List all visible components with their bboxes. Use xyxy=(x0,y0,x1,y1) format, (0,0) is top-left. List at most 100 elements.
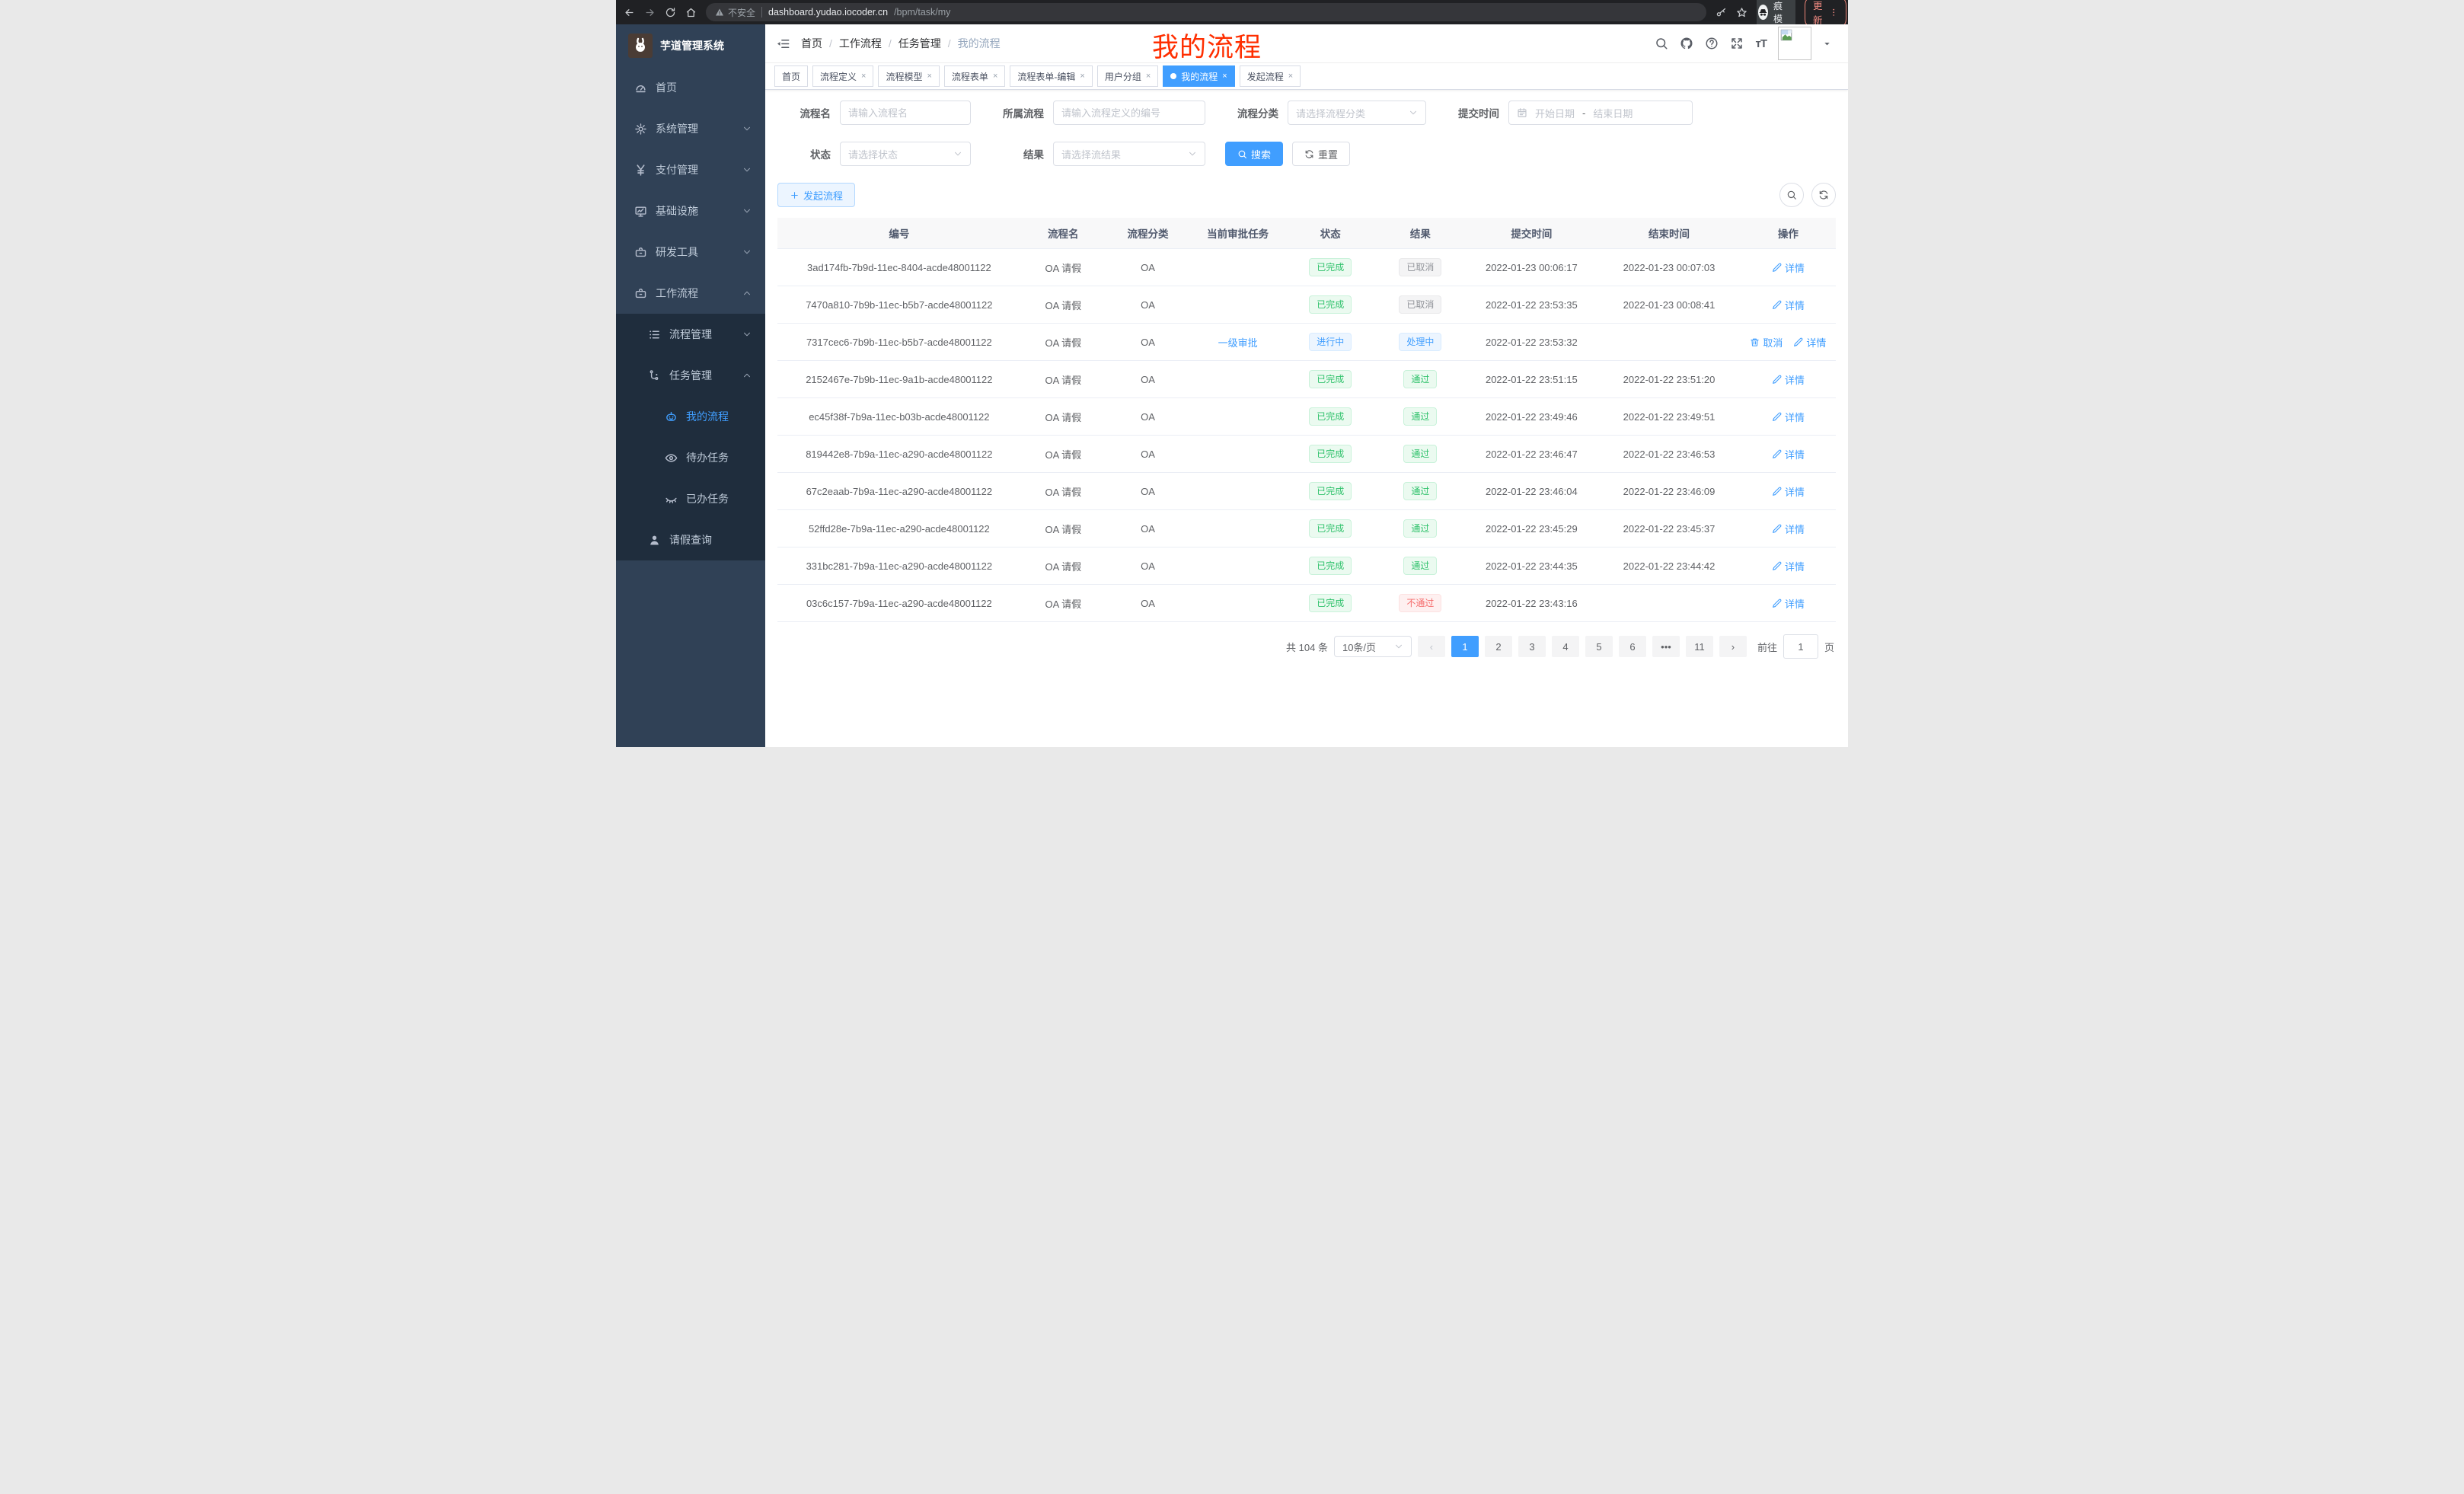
password-key-icon[interactable] xyxy=(1716,7,1727,18)
action-detail-link[interactable]: 详情 xyxy=(1772,522,1805,536)
tab-label: 用户分组 xyxy=(1105,70,1141,83)
browser-home-icon[interactable] xyxy=(685,7,697,18)
action-detail-link[interactable]: 详情 xyxy=(1772,447,1805,461)
table-header-cell: 操作 xyxy=(1741,218,1836,249)
breadcrumb-item-0[interactable]: 首页 xyxy=(801,36,822,51)
avatar[interactable] xyxy=(1778,27,1811,60)
submit-time-label: 提交时间 xyxy=(1446,105,1499,120)
help-icon[interactable] xyxy=(1705,37,1719,50)
page-ellipsis[interactable]: ••• xyxy=(1652,636,1680,657)
bookmark-star-icon[interactable] xyxy=(1736,7,1747,18)
sidebar-item-11[interactable]: 请假查询 xyxy=(616,519,765,560)
page-button-3[interactable]: 3 xyxy=(1518,636,1546,657)
action-detail-link[interactable]: 详情 xyxy=(1772,484,1805,499)
table-row-4: ec45f38f-7b9a-11ec-b03b-acde48001122OA 请… xyxy=(777,398,1836,436)
sidebar-item-5[interactable]: 工作流程 xyxy=(616,273,765,314)
browser-back-icon[interactable] xyxy=(624,7,635,18)
sidebar-toggle-icon[interactable] xyxy=(776,37,790,51)
sidebar-item-6[interactable]: 流程管理 xyxy=(616,314,765,355)
tab-6[interactable]: 我的流程× xyxy=(1163,65,1234,87)
status-badge: 已完成 xyxy=(1309,407,1352,426)
tab-0[interactable]: 首页 xyxy=(774,65,808,87)
cell-category: OA xyxy=(1106,324,1190,361)
action-detail-link[interactable]: 详情 xyxy=(1772,298,1805,312)
tab-5[interactable]: 用户分组 × xyxy=(1097,65,1158,87)
tab-close-icon[interactable]: × xyxy=(1288,72,1293,81)
tab-close-icon[interactable]: × xyxy=(1222,72,1227,81)
tab-3[interactable]: 流程表单× xyxy=(944,65,1005,87)
tab-4[interactable]: 流程表单-编辑× xyxy=(1010,65,1092,87)
action-detail-link[interactable]: 详情 xyxy=(1772,559,1805,573)
header-search-icon[interactable] xyxy=(1655,37,1668,50)
action-detail-link[interactable]: 详情 xyxy=(1772,410,1805,424)
sidebar-item-7[interactable]: 任务管理 xyxy=(616,355,765,396)
refresh-table-button[interactable] xyxy=(1811,183,1836,207)
reset-button[interactable]: 重置 xyxy=(1292,142,1350,166)
sidebar-item-8[interactable]: 我的流程 xyxy=(616,396,765,437)
end-date-placeholder: 结束日期 xyxy=(1593,106,1633,120)
create-process-button[interactable]: 发起流程 xyxy=(777,183,855,207)
page-button-1[interactable]: 1 xyxy=(1451,636,1479,657)
browser-window: 不安全 dashboard.yudao.iocoder.cn/bpm/task/… xyxy=(616,0,1848,747)
tab-close-icon[interactable]: × xyxy=(993,72,997,81)
table-body: 3ad174fb-7b9d-11ec-8404-acde48001122OA 请… xyxy=(777,249,1836,622)
browser-reload-icon[interactable] xyxy=(665,7,676,18)
tab-close-icon[interactable]: × xyxy=(927,72,931,81)
cell-result: 通过 xyxy=(1375,473,1465,510)
tab-7[interactable]: 发起流程× xyxy=(1240,65,1301,87)
action-detail-link[interactable]: 详情 xyxy=(1772,372,1805,387)
browser-menu-icon[interactable] xyxy=(1829,8,1839,18)
process-def-input[interactable] xyxy=(1053,101,1205,125)
tab-1[interactable]: 流程定义× xyxy=(812,65,873,87)
tab-2[interactable]: 流程模型× xyxy=(878,65,939,87)
submit-time-range-picker[interactable]: 开始日期 - 结束日期 xyxy=(1508,101,1693,125)
prev-page-button[interactable]: ‹ xyxy=(1418,636,1445,657)
page-button-4[interactable]: 4 xyxy=(1552,636,1579,657)
page-button-11[interactable]: 11 xyxy=(1686,636,1713,657)
cell-current-task xyxy=(1190,585,1285,622)
sidebar-item-10[interactable]: 已办任务 xyxy=(616,478,765,519)
action-detail-link[interactable]: 详情 xyxy=(1772,260,1805,275)
app-logo[interactable]: 芋道管理系统 xyxy=(616,24,765,67)
sidebar-item-0[interactable]: 首页 xyxy=(616,67,765,108)
breadcrumb-item-1: 工作流程 xyxy=(839,36,882,51)
table-row-8: 331bc281-7b9a-11ec-a290-acde48001122OA 请… xyxy=(777,547,1836,585)
avatar-caret-icon[interactable] xyxy=(1823,40,1831,48)
tab-close-icon[interactable]: × xyxy=(1080,72,1084,81)
category-select[interactable]: 请选择流程分类 xyxy=(1288,101,1426,125)
action-detail-link[interactable]: 详情 xyxy=(1772,596,1805,611)
sidebar-item-3[interactable]: 基础设施 xyxy=(616,190,765,231)
goto-page-input[interactable] xyxy=(1783,634,1818,659)
cell-end-time: 2022-01-22 23:49:51 xyxy=(1597,398,1741,436)
page-size-select[interactable]: 10条/页 xyxy=(1334,636,1412,657)
sidebar-item-1[interactable]: 系统管理 xyxy=(616,108,765,149)
status-select[interactable]: 请选择状态 xyxy=(840,142,971,166)
page-button-5[interactable]: 5 xyxy=(1585,636,1613,657)
action-detail-link[interactable]: 详情 xyxy=(1793,335,1826,350)
page-button-2[interactable]: 2 xyxy=(1485,636,1512,657)
next-page-button[interactable]: › xyxy=(1719,636,1747,657)
process-name-input[interactable] xyxy=(840,101,971,125)
fullscreen-icon[interactable] xyxy=(1730,37,1744,50)
cell-submit-time: 2022-01-22 23:43:16 xyxy=(1465,585,1597,622)
sidebar-item-2[interactable]: 支付管理 xyxy=(616,149,765,190)
action-cancel-link[interactable]: 取消 xyxy=(1750,335,1783,350)
sidebar-item-4[interactable]: 研发工具 xyxy=(616,231,765,273)
chevron-down-icon xyxy=(742,247,752,257)
sidebar-item-9[interactable]: 待办任务 xyxy=(616,437,765,478)
current-task-link[interactable]: 一级审批 xyxy=(1218,335,1258,350)
page-button-6[interactable]: 6 xyxy=(1619,636,1646,657)
cell-actions: 详情 xyxy=(1741,361,1836,398)
result-select[interactable]: 请选择流结果 xyxy=(1053,142,1205,166)
search-button[interactable]: 搜索 xyxy=(1225,142,1283,166)
sidebar-item-label: 流程管理 xyxy=(669,327,712,342)
show-search-toggle-button[interactable] xyxy=(1779,183,1804,207)
security-warning[interactable]: 不安全 xyxy=(715,6,755,19)
tab-close-icon[interactable]: × xyxy=(1146,72,1151,81)
result-badge: 处理中 xyxy=(1399,333,1441,351)
browser-forward-icon[interactable] xyxy=(644,7,656,18)
font-size-icon[interactable]: ᴛT xyxy=(1755,37,1767,50)
address-bar[interactable]: 不安全 dashboard.yudao.iocoder.cn/bpm/task/… xyxy=(706,3,1706,21)
github-icon[interactable] xyxy=(1680,37,1693,50)
tab-close-icon[interactable]: × xyxy=(861,72,866,81)
